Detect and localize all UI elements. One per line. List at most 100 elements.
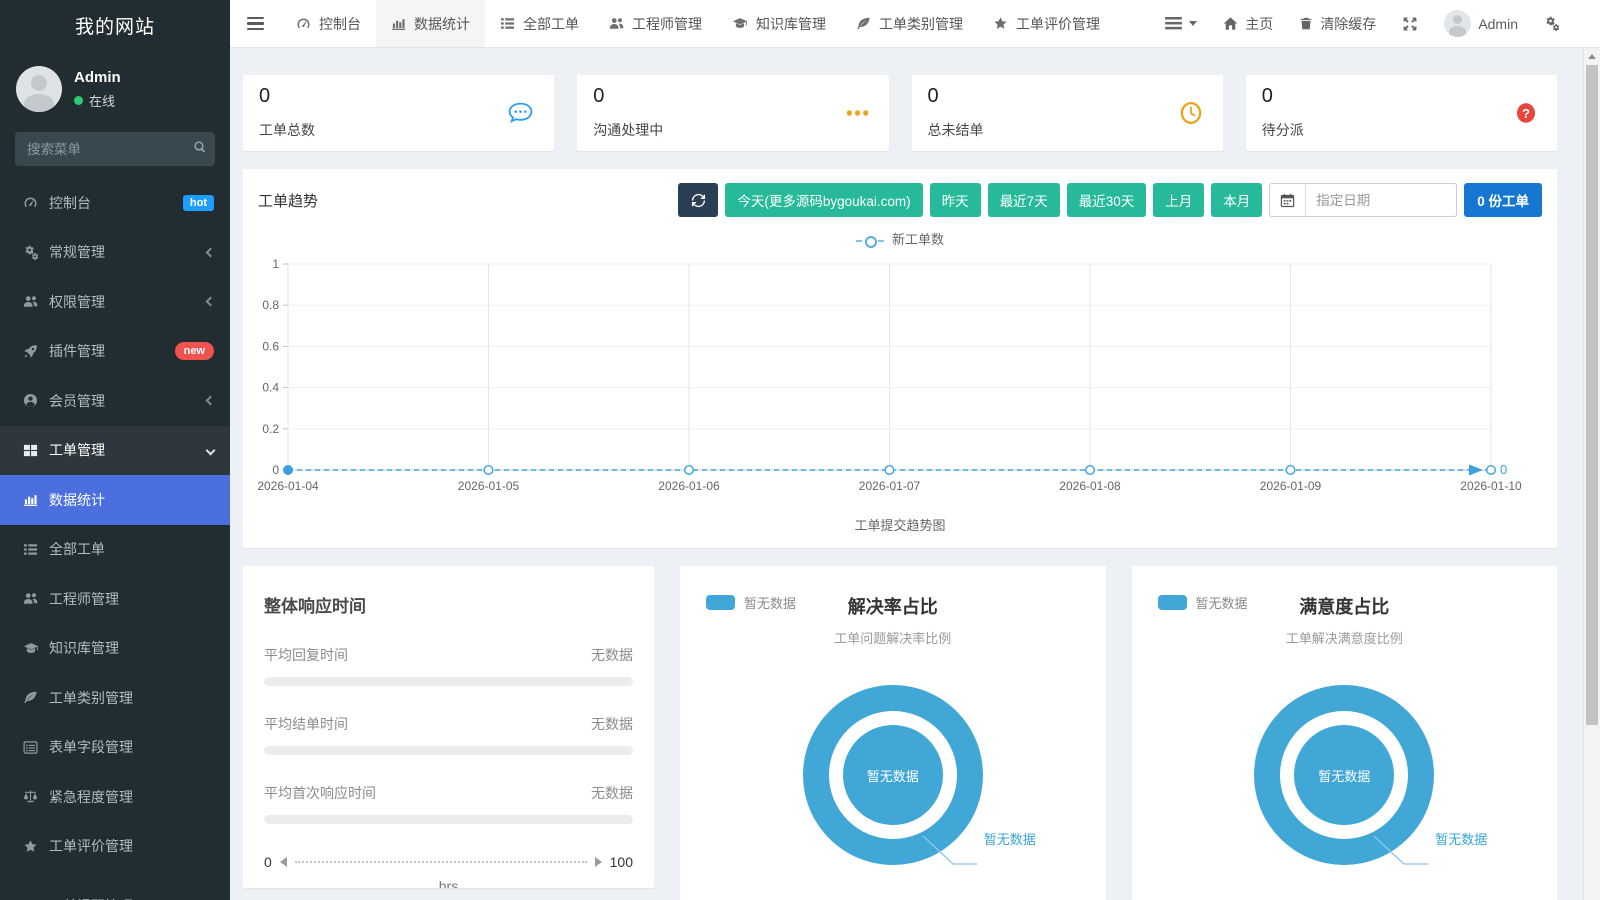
sidebar-subitem-label: 工单类别管理 [49, 688, 214, 708]
chart-legend[interactable]: 新工单数 [258, 229, 1542, 248]
sidebar-item-权限管理[interactable]: 权限管理 [0, 277, 230, 327]
donut-center: 暂无数据 [843, 725, 943, 825]
sidebar-subitem-紧急程度管理[interactable]: 紧急程度管理 [0, 772, 230, 822]
chart-legend[interactable]: 暂无数据 [706, 593, 796, 612]
svg-text:2026-01-06: 2026-01-06 [658, 479, 720, 493]
sidebar-subitem-数据统计[interactable]: 数据统计 [0, 475, 230, 525]
svg-text:0: 0 [1500, 462, 1507, 477]
tab-工单评价管理[interactable]: 工单评价管理 [978, 0, 1115, 47]
list-icon [500, 16, 515, 31]
stat-card-沟通处理中: 0沟通处理中 [577, 75, 888, 151]
refresh-button[interactable] [678, 183, 718, 217]
svg-text:0.4: 0.4 [262, 381, 279, 395]
stat-label: 工单总数 [259, 120, 538, 140]
sidebar-item-常规管理[interactable]: 常规管理 [0, 228, 230, 278]
sidebar-subitem-label: 全部工单 [49, 539, 214, 559]
callout-line-icon [919, 832, 981, 876]
clear-cache-button[interactable]: 清除缓存 [1286, 14, 1389, 34]
sidebar-menu: 控制台hot 常规管理权限管理插件管理new 会员管理工单管理数据统计全部工单工程师… [0, 178, 230, 900]
bar-chart-icon [23, 492, 49, 507]
sidebar-subitem-工单提醒管理[interactable]: 工单提醒管理 [0, 881, 230, 900]
sidebar-item-会员管理[interactable]: 会员管理 [0, 376, 230, 426]
stat-card-待分派: 0待分派? [1246, 75, 1557, 151]
search-input[interactable] [15, 132, 215, 166]
home-button[interactable]: 主页 [1210, 14, 1286, 34]
line-chart: 00.20.40.60.812026-01-042026-01-052026-0… [258, 252, 1542, 509]
panel-subtitle: 工单解决满意度比例 [1152, 628, 1538, 647]
sidebar-item-label: 会员管理 [49, 391, 207, 411]
sidebar-subitem-工单类别管理[interactable]: 工单类别管理 [0, 673, 230, 723]
sidebar: 我的网站 Admin 在线 控制台hot常规管理权限管理插件管理new会员管理工… [0, 0, 230, 900]
search-icon[interactable] [193, 140, 207, 154]
line-marker-icon [856, 240, 884, 242]
users-icon [23, 591, 49, 606]
sidebar-item-控制台[interactable]: 控制台hot [0, 178, 230, 228]
sidebar-item-工单管理[interactable]: 工单管理 [0, 426, 230, 476]
chevron-left-icon [206, 247, 216, 257]
stat-cards: 0工单总数0沟通处理中0总未结单0待分派? [243, 75, 1557, 151]
svg-text:0.2: 0.2 [262, 422, 279, 436]
sidebar-subitem-全部工单[interactable]: 全部工单 [0, 525, 230, 575]
comment-icon [507, 101, 534, 125]
sidebar-toggle-icon[interactable] [230, 0, 281, 47]
metric-label: 平均结单时间 [264, 714, 348, 734]
svg-text:2026-01-08: 2026-01-08 [1059, 479, 1121, 493]
range-button-最近30天[interactable]: 最近30天 [1067, 183, 1147, 217]
legend-label: 新工单数 [892, 232, 944, 247]
donut-callout: 暂无数据 [1370, 829, 1487, 876]
sidebar-subitem-label: 工单提醒管理 [49, 896, 214, 900]
chevron-down-icon [206, 445, 216, 455]
tab-label: 工程师管理 [632, 14, 702, 34]
sidebar-item-插件管理[interactable]: 插件管理new [0, 327, 230, 377]
range-button-昨天[interactable]: 昨天 [930, 183, 981, 217]
stat-label: 待分派 [1262, 120, 1541, 140]
users-icon [609, 16, 624, 31]
date-input[interactable] [1306, 184, 1456, 216]
tab-控制台[interactable]: 控制台 [281, 0, 376, 47]
svg-text:0: 0 [272, 463, 279, 477]
badge-hot: hot [183, 195, 214, 211]
sidebar-subitem-工程师管理[interactable]: 工程师管理 [0, 574, 230, 624]
tab-工单类别管理[interactable]: 工单类别管理 [841, 0, 978, 47]
sidebar-item-label: 常规管理 [49, 242, 207, 262]
tabs-menu-button[interactable] [1152, 17, 1210, 30]
svg-text:2026-01-09: 2026-01-09 [1260, 479, 1322, 493]
tab-全部工单[interactable]: 全部工单 [485, 0, 594, 47]
stat-value: 0 [1262, 85, 1541, 108]
scrollbar-thumb[interactable] [1586, 65, 1598, 725]
resolution-rate-panel: 暂无数据 解决率占比 工单问题解决率比例 暂无数据 暂无数据 [680, 566, 1106, 900]
range-button-最近7天[interactable]: 最近7天 [988, 183, 1060, 217]
hours-scale: 0 100 [264, 854, 633, 870]
gears-icon [23, 245, 49, 260]
tab-数据统计[interactable]: 数据统计 [376, 0, 485, 47]
tab-工程师管理[interactable]: 工程师管理 [594, 0, 717, 47]
trend-panel: 工单趋势 今天(更多源码bygoukai.com)昨天最近7天最近30天上月本月… [243, 169, 1557, 548]
callout-label: 暂无数据 [1435, 829, 1487, 876]
scroll-up-button[interactable] [1584, 48, 1600, 64]
panel-subtitle: 工单问题解决率比例 [700, 628, 1086, 647]
metric-progress-bar [264, 815, 633, 824]
calendar-icon[interactable] [1270, 184, 1306, 216]
legend-swatch-icon [706, 595, 735, 610]
range-button-今天(更多源码bygoukai.com)[interactable]: 今天(更多源码bygoukai.com) [725, 183, 922, 217]
svg-text:1: 1 [272, 257, 279, 271]
tab-label: 工单类别管理 [879, 14, 963, 34]
sidebar-subitem-知识库管理[interactable]: 知识库管理 [0, 624, 230, 674]
range-button-本月[interactable]: 本月 [1211, 183, 1262, 217]
page-scrollbar[interactable] [1583, 48, 1600, 900]
graduation-cap-icon [732, 16, 748, 31]
user-menu[interactable]: Admin [1431, 10, 1531, 37]
response-row-top: 平均首次响应时间无数据 [264, 783, 633, 803]
settings-button[interactable] [1531, 16, 1572, 31]
sidebar-subitem-label: 工单评价管理 [49, 836, 214, 856]
sidebar-item-label: 工单管理 [49, 440, 207, 460]
ticket-count-button[interactable]: 0 份工单 [1464, 183, 1542, 217]
tab-知识库管理[interactable]: 知识库管理 [717, 0, 841, 47]
range-button-上月[interactable]: 上月 [1153, 183, 1204, 217]
sidebar-subitem-表单字段管理[interactable]: 表单字段管理 [0, 723, 230, 773]
sidebar-subitem-工单评价管理[interactable]: 工单评价管理 [0, 822, 230, 872]
chart-legend[interactable]: 暂无数据 [1158, 593, 1248, 612]
fullscreen-button[interactable] [1389, 16, 1431, 32]
response-time-panel: 整体响应时间 平均回复时间无数据平均结单时间无数据平均首次响应时间无数据 0 1… [243, 566, 654, 888]
star-icon [23, 839, 49, 854]
